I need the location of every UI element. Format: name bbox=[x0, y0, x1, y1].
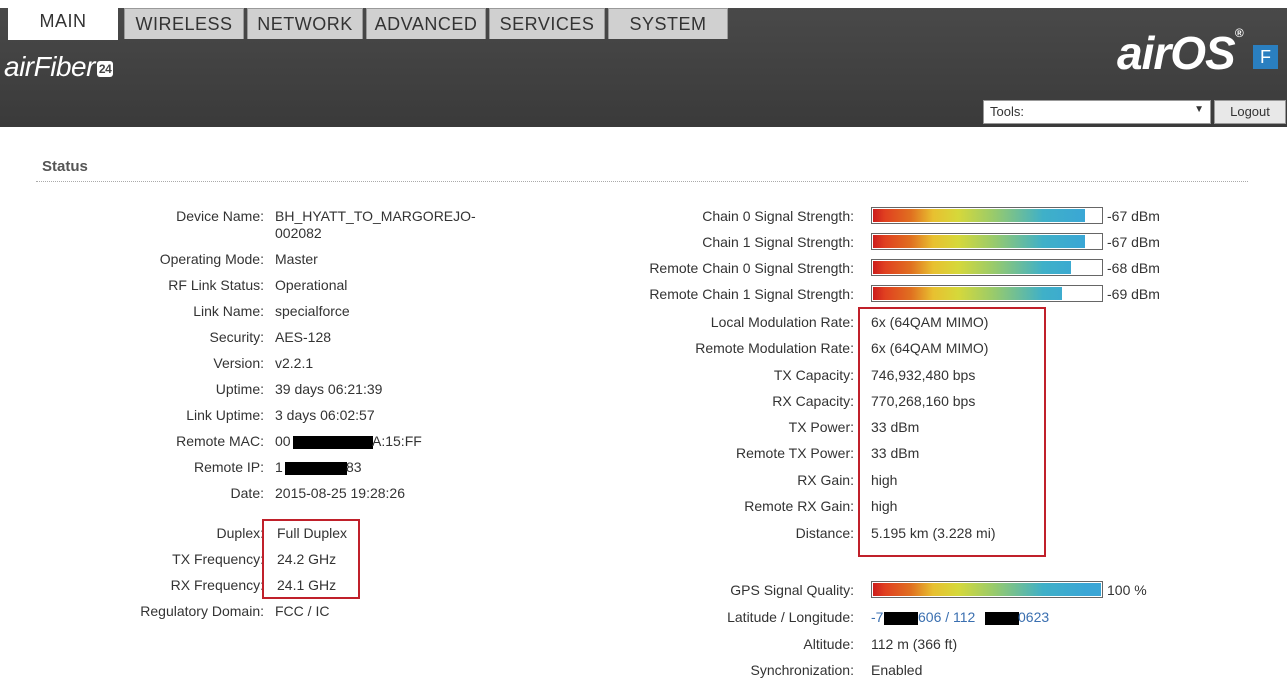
remote-ip-value-start: 1 bbox=[275, 459, 283, 475]
chain0-signal-bar bbox=[871, 207, 1103, 224]
tx-frequency-label: TX Frequency: bbox=[172, 551, 264, 567]
regulatory-domain-value: FCC / IC bbox=[275, 603, 330, 619]
remote-tx-power-label: Remote TX Power: bbox=[735, 445, 854, 461]
lat-long-link-start[interactable]: -7 bbox=[871, 609, 883, 625]
tab-wireless[interactable]: WIRELESS bbox=[124, 8, 244, 39]
synchronization-label: Synchronization: bbox=[750, 662, 854, 678]
tools-select[interactable]: Tools: ▼ bbox=[983, 100, 1211, 124]
section-divider bbox=[36, 181, 1248, 182]
tx-capacity-label: TX Capacity: bbox=[773, 367, 854, 383]
link-info-highlight-box bbox=[858, 307, 1046, 557]
rx-gain-label: RX Gain: bbox=[797, 472, 854, 488]
date-value: 2015-08-25 19:28:26 bbox=[275, 485, 405, 501]
rx-capacity-label: RX Capacity: bbox=[772, 393, 854, 409]
airos-f-badge: F bbox=[1253, 45, 1278, 69]
distance-label: Distance: bbox=[795, 525, 854, 541]
airos-logo: airOS® bbox=[1117, 26, 1244, 79]
gps-quality-bar bbox=[871, 581, 1103, 598]
local-modulation-label: Local Modulation Rate: bbox=[710, 314, 854, 330]
remote-rx-gain-label: Remote RX Gain: bbox=[744, 498, 854, 514]
remote-chain0-signal-label: Remote Chain 0 Signal Strength: bbox=[649, 260, 854, 276]
link-uptime-label: Link Uptime: bbox=[186, 407, 264, 423]
tab-main[interactable]: MAIN bbox=[8, 5, 118, 40]
remote-chain0-signal-fill bbox=[873, 261, 1071, 274]
link-name-value: specialforce bbox=[275, 303, 350, 319]
security-label: Security: bbox=[209, 329, 264, 345]
tab-network[interactable]: NETWORK bbox=[247, 8, 363, 39]
chain1-signal-bar bbox=[871, 233, 1103, 250]
tx-power-label: TX Power: bbox=[788, 419, 854, 435]
lat-long-link-middle[interactable]: 606 / 112 bbox=[918, 609, 975, 625]
remote-chain0-signal-value: -68 dBm bbox=[1107, 260, 1160, 276]
chain1-signal-fill bbox=[873, 235, 1085, 248]
remote-chain1-signal-value: -69 dBm bbox=[1107, 286, 1160, 302]
rf-link-status-value: Operational bbox=[275, 277, 348, 293]
operating-mode-value: Master bbox=[275, 251, 318, 267]
tab-advanced[interactable]: ADVANCED bbox=[366, 8, 486, 39]
tab-services[interactable]: SERVICES bbox=[489, 8, 605, 39]
link-name-label: Link Name: bbox=[193, 303, 264, 319]
chain1-signal-label: Chain 1 Signal Strength: bbox=[702, 234, 854, 250]
link-uptime-value: 3 days 06:02:57 bbox=[275, 407, 375, 423]
uptime-label: Uptime: bbox=[215, 381, 264, 397]
chevron-down-icon: ▼ bbox=[1194, 104, 1204, 115]
airfiber-logo: airFiber 24 bbox=[4, 51, 114, 82]
duplex-frequency-highlight-box bbox=[262, 519, 360, 599]
status-section-title: Status bbox=[42, 158, 88, 175]
remote-chain1-signal-fill bbox=[873, 287, 1062, 300]
remote-chain1-signal-label: Remote Chain 1 Signal Strength: bbox=[649, 286, 854, 302]
tab-system[interactable]: SYSTEM bbox=[608, 8, 728, 39]
lat-long-label: Latitude / Longitude: bbox=[727, 609, 854, 625]
rf-link-status-label: RF Link Status: bbox=[168, 277, 264, 293]
remote-modulation-label: Remote Modulation Rate: bbox=[695, 340, 854, 356]
operating-mode-label: Operating Mode: bbox=[159, 251, 264, 267]
redaction-block bbox=[884, 612, 918, 625]
regulatory-domain-label: Regulatory Domain: bbox=[140, 603, 264, 619]
device-name-label: Device Name: bbox=[176, 208, 264, 224]
chain0-signal-fill bbox=[873, 209, 1085, 222]
chain1-signal-value: -67 dBm bbox=[1107, 234, 1160, 250]
synchronization-value: Enabled bbox=[871, 662, 923, 678]
remote-ip-label: Remote IP: bbox=[193, 459, 264, 475]
remote-mac-label: Remote MAC: bbox=[176, 433, 264, 449]
header-bar: airFiber 24 airOS® F MAIN WIRELESS NETWOR… bbox=[0, 0, 1287, 127]
device-name-value-line2: 002082 bbox=[275, 225, 322, 241]
remote-ip-value-end: 83 bbox=[346, 459, 362, 475]
lat-long-link-end[interactable]: 0623 bbox=[1018, 609, 1049, 625]
logout-button[interactable]: Logout bbox=[1214, 100, 1286, 124]
redaction-block bbox=[285, 462, 347, 475]
redaction-block bbox=[985, 612, 1019, 625]
version-label: Version: bbox=[213, 355, 264, 371]
remote-mac-value-end: A:15:FF bbox=[372, 433, 422, 449]
airfiber-24-badge: 24 bbox=[96, 60, 114, 77]
device-name-value: BH_HYATT_TO_MARGOREJO- bbox=[275, 208, 476, 224]
date-label: Date: bbox=[230, 485, 264, 501]
version-value: v2.2.1 bbox=[275, 355, 314, 371]
redaction-block bbox=[293, 436, 373, 449]
altitude-label: Altitude: bbox=[803, 636, 854, 652]
duplex-label: Duplex: bbox=[216, 525, 264, 541]
top-strip bbox=[0, 0, 1287, 8]
remote-mac-value-start: 00 bbox=[275, 433, 291, 449]
remote-chain1-signal-bar bbox=[871, 285, 1103, 302]
chain0-signal-value: -67 dBm bbox=[1107, 208, 1160, 224]
gps-quality-fill bbox=[873, 583, 1101, 596]
remote-chain0-signal-bar bbox=[871, 259, 1103, 276]
gps-quality-label: GPS Signal Quality: bbox=[730, 582, 854, 598]
security-value: AES-128 bbox=[275, 329, 332, 345]
gps-quality-value: 100 % bbox=[1107, 582, 1147, 598]
uptime-value: 39 days 06:21:39 bbox=[275, 381, 383, 397]
altitude-value: 112 m (366 ft) bbox=[871, 636, 958, 652]
chain0-signal-label: Chain 0 Signal Strength: bbox=[702, 208, 854, 224]
tools-select-label: Tools: bbox=[990, 104, 1024, 119]
rx-frequency-label: RX Frequency: bbox=[170, 577, 264, 593]
